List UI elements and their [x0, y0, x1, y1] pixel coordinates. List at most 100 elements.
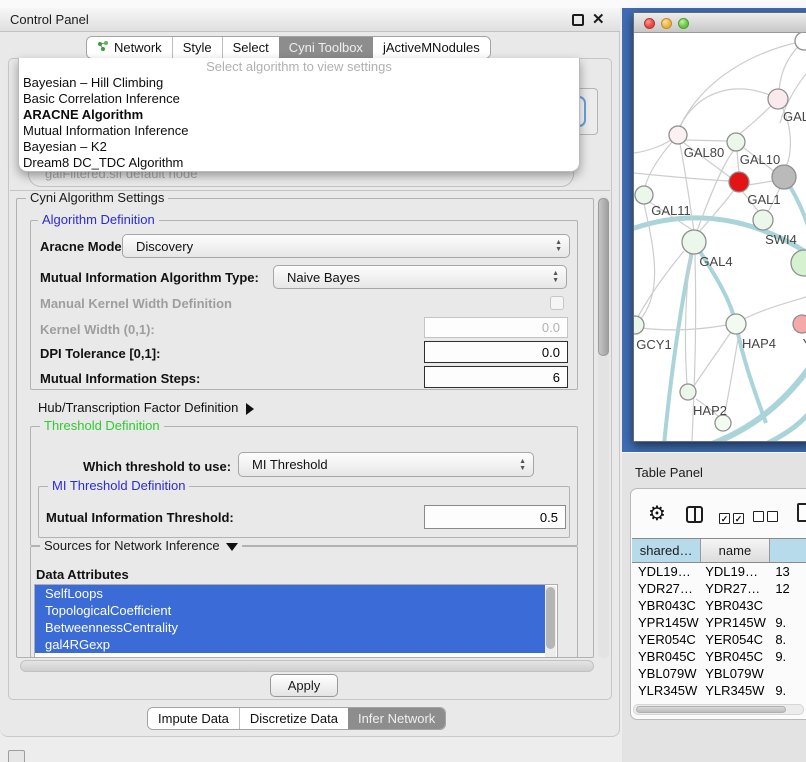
- algorithm-option[interactable]: Basic Correlation Inference: [19, 91, 579, 107]
- unchecked-box-icon: [767, 511, 778, 522]
- table-row[interactable]: YLR345WYLR345W9.: [632, 682, 806, 699]
- table-cell: YBR043C: [701, 597, 769, 614]
- table-row[interactable]: YBR045CYBR045C9.: [632, 648, 806, 665]
- table-cell: YPR145W: [632, 614, 701, 631]
- table-row[interactable]: YDR27…YDR27…12: [632, 580, 806, 597]
- tab-style[interactable]: Style: [172, 37, 222, 58]
- which-threshold-value: MI Threshold: [252, 457, 328, 472]
- mi-type-combo[interactable]: Naive Bayes ▲▼: [273, 265, 567, 289]
- table-cell: YDL19…: [701, 563, 769, 580]
- table-row[interactable]: YBR043CYBR043C: [632, 597, 806, 614]
- minimized-panel-button[interactable]: [8, 750, 25, 762]
- table-cell: YBL079W: [632, 665, 701, 682]
- table-cell: YIL052C: [632, 699, 701, 703]
- tab-impute-data[interactable]: Impute Data: [148, 708, 239, 729]
- mi-threshold-field[interactable]: 0.5: [424, 505, 566, 529]
- hub-section[interactable]: Hub/Transcription Factor Definition: [38, 400, 254, 415]
- column-header-partial[interactable]: [770, 539, 806, 562]
- tab-label: Select: [233, 40, 269, 55]
- float-panel-button[interactable]: [572, 14, 584, 26]
- network-node[interactable]: [634, 316, 644, 334]
- zoom-window-icon[interactable]: [678, 18, 689, 29]
- algorithm-option[interactable]: Bayesian – K2: [19, 139, 579, 155]
- list-item[interactable]: gal4RGexp: [35, 636, 545, 653]
- hub-section-label: Hub/Transcription Factor Definition: [38, 400, 238, 415]
- gear-icon[interactable]: ⚙: [648, 501, 666, 526]
- close-panel-icon[interactable]: ✕: [592, 10, 605, 28]
- sources-title[interactable]: Sources for Network Inference: [40, 539, 242, 553]
- node-label: GAL10: [740, 152, 780, 167]
- network-node[interactable]: [727, 133, 745, 151]
- network-node[interactable]: [680, 384, 696, 400]
- list-item[interactable]: TopologicalCoefficient: [35, 602, 545, 619]
- list-item[interactable]: SelfLoops: [35, 585, 545, 602]
- mi-type-value: Naive Bayes: [287, 270, 360, 285]
- scrollbar-thumb[interactable]: [598, 198, 609, 356]
- table-row[interactable]: YPR145WYPR145W9.: [632, 614, 806, 631]
- network-node[interactable]: [793, 315, 806, 333]
- scrollbar-thumb[interactable]: [546, 587, 555, 649]
- apply-button[interactable]: Apply: [270, 674, 338, 697]
- tab-cyni-toolbox[interactable]: Cyni Toolbox: [279, 37, 373, 58]
- table-cell: [769, 665, 806, 682]
- network-node[interactable]: [768, 89, 788, 109]
- manual-kernel-checkbox[interactable]: [550, 296, 564, 310]
- network-node[interactable]: [772, 165, 796, 189]
- column-header-name[interactable]: name: [701, 539, 769, 562]
- algorithm-option[interactable]: ARACNE Algorithm: [19, 107, 579, 123]
- scrollbar-thumb[interactable]: [636, 706, 786, 713]
- network-node[interactable]: [635, 186, 653, 204]
- network-window[interactable]: GALGAL80GAL10GAL11GAL1SWI4GAL4GCY1HAP4YH…: [633, 12, 806, 442]
- split-panel-icon[interactable]: [686, 506, 703, 523]
- tab-jactivemnodules[interactable]: jActiveMNodules: [373, 37, 490, 58]
- table-row[interactable]: YBL079WYBL079W: [632, 665, 806, 682]
- network-node[interactable]: [682, 230, 706, 254]
- kernel-width-field[interactable]: 0.0: [424, 317, 568, 338]
- network-node[interactable]: [729, 172, 749, 192]
- select-all-columns-icon[interactable]: ✓✓: [719, 510, 747, 525]
- node-label: GAL11: [651, 203, 691, 218]
- algorithm-option[interactable]: Dream8 DC_TDC Algorithm: [19, 155, 579, 171]
- table-row[interactable]: YER054CYER054C8.: [632, 631, 806, 648]
- list-scrollbar[interactable]: [545, 586, 556, 657]
- tab-infer-network[interactable]: Infer Network: [348, 708, 445, 729]
- table-row[interactable]: YIL052CYIL052C9: [632, 699, 806, 703]
- kernel-width-label: Kernel Width (0,1):: [40, 322, 155, 337]
- tab-network[interactable]: Network: [87, 37, 172, 58]
- which-threshold-combo[interactable]: MI Threshold ▲▼: [238, 452, 534, 477]
- aracne-mode-combo[interactable]: Discovery ▲▼: [122, 234, 570, 258]
- function-builder-icon[interactable]: [797, 503, 806, 522]
- deselect-all-columns-icon[interactable]: [753, 510, 781, 525]
- control-panel-title: Control Panel: [10, 12, 89, 27]
- minimize-window-icon[interactable]: [661, 18, 672, 29]
- list-item[interactable]: BetweennessCentrality: [35, 619, 545, 636]
- table-cell: YDR27…: [632, 580, 701, 597]
- network-node[interactable]: [669, 126, 687, 144]
- tab-discretize-data[interactable]: Discretize Data: [239, 708, 348, 729]
- tab-label: jActiveMNodules: [383, 40, 480, 55]
- dpi-tolerance-field[interactable]: 0.0: [424, 341, 568, 363]
- tab-select[interactable]: Select: [222, 37, 279, 58]
- algorithm-option[interactable]: Mutual Information Inference: [19, 123, 579, 139]
- algorithm-option[interactable]: Bayesian – Hill Climbing: [19, 75, 579, 91]
- screen: Control Panel ✕ Network Style Select Cyn…: [0, 0, 806, 762]
- mi-type-label: Mutual Information Algorithm Type:: [40, 270, 259, 285]
- network-canvas[interactable]: GALGAL80GAL10GAL11GAL1SWI4GAL4GCY1HAP4YH…: [634, 33, 806, 441]
- table-cell: 9.: [769, 614, 806, 631]
- data-attributes-list: SelfLoopsTopologicalCoefficientBetweenne…: [35, 585, 557, 653]
- network-node[interactable]: [791, 250, 806, 276]
- network-node[interactable]: [726, 314, 746, 334]
- network-node[interactable]: [753, 210, 773, 230]
- data-attributes-listbox: SelfLoopsTopologicalCoefficientBetweenne…: [34, 584, 558, 658]
- settings-vertical-scrollbar[interactable]: [598, 196, 609, 658]
- table-cell: YIL052C: [701, 699, 769, 703]
- node-label: GAL4: [699, 254, 732, 269]
- settings-horizontal-scrollbar[interactable]: [20, 660, 594, 672]
- column-header-shared-name[interactable]: shared…: [632, 539, 701, 562]
- mi-steps-field[interactable]: 6: [424, 366, 568, 388]
- table-row[interactable]: YDL19…YDL19…13: [632, 563, 806, 580]
- close-window-icon[interactable]: [644, 18, 655, 29]
- network-window-titlebar[interactable]: [634, 13, 806, 33]
- table-horizontal-scrollbar[interactable]: [633, 704, 804, 715]
- top-strip: [0, 0, 806, 8]
